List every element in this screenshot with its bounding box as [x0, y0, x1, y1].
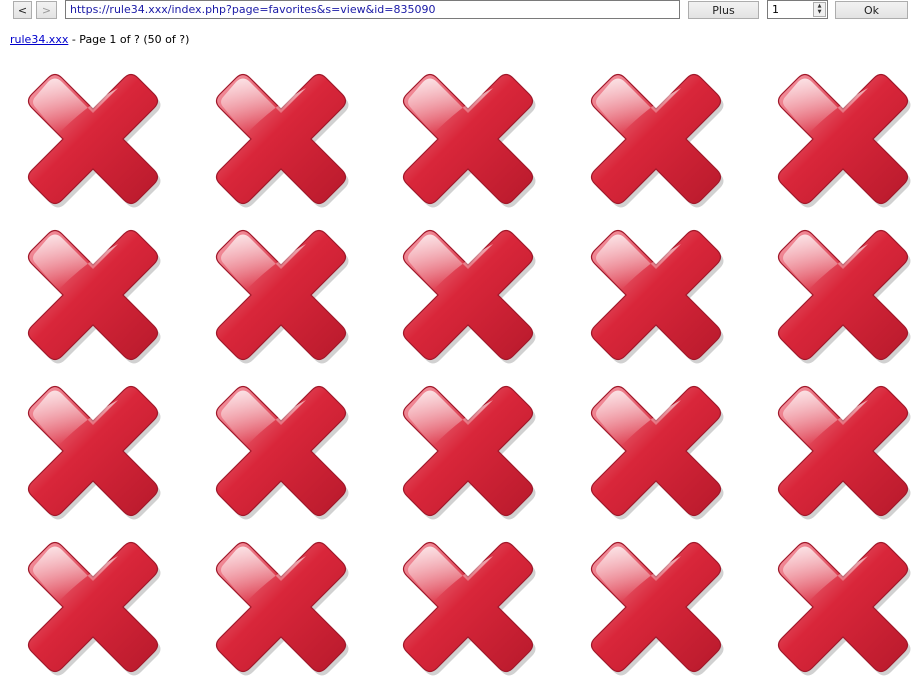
stepper-arrows[interactable]: ▲ ▼ [813, 2, 826, 17]
thumbnail-link[interactable] [206, 532, 356, 682]
plus-label: Plus [712, 3, 735, 17]
broken-image-red-x-icon [27, 385, 161, 520]
ok-label: Ok [863, 3, 880, 17]
thumbnail-link[interactable] [393, 532, 543, 682]
back-label: < [17, 3, 28, 17]
forward-label: > [41, 3, 52, 17]
broken-image-red-x-icon [402, 73, 536, 208]
thumbnail-link[interactable] [581, 64, 731, 214]
broken-image-red-x-icon [777, 229, 911, 364]
plus-button[interactable]: Plus [688, 1, 759, 19]
site-link[interactable]: rule34.xxx [10, 33, 68, 46]
thumbnail-link[interactable] [393, 376, 543, 526]
broken-image-red-x-icon [27, 73, 161, 208]
thumbnail-link[interactable] [206, 220, 356, 370]
chevron-down-icon[interactable]: ▼ [814, 9, 825, 15]
forward-button[interactable]: > [36, 1, 57, 19]
broken-image-red-x-icon [402, 229, 536, 364]
thumbnail-link[interactable] [18, 532, 168, 682]
thumbnail-link[interactable] [581, 376, 731, 526]
page-info: - Page 1 of ? (50 of ?) [68, 33, 190, 46]
broken-image-red-x-icon [590, 385, 723, 520]
thumbnail-link[interactable] [206, 376, 356, 526]
broken-image-red-x-icon [777, 541, 911, 676]
broken-image-red-x-icon [777, 385, 911, 520]
page-number-value: 1 [772, 3, 779, 16]
broken-image-red-x-icon [402, 385, 536, 520]
broken-image-red-x-icon [590, 541, 723, 676]
broken-image-red-x-icon [215, 541, 348, 676]
thumbnail-link[interactable] [581, 532, 731, 682]
thumbnail-link[interactable] [768, 532, 918, 682]
thumbnail-link[interactable] [18, 64, 168, 214]
ok-button[interactable]: Ok [835, 1, 908, 19]
broken-image-red-x-icon [215, 73, 348, 208]
broken-image-red-x-icon [777, 73, 911, 208]
thumbnail-link[interactable] [18, 220, 168, 370]
thumbnail-link[interactable] [581, 220, 731, 370]
thumbnail-link[interactable] [768, 220, 918, 370]
page-number-stepper[interactable]: 1 ▲ ▼ [767, 0, 828, 19]
thumbnail-link[interactable] [393, 220, 543, 370]
thumbnail-link[interactable] [206, 64, 356, 214]
back-button[interactable]: < [13, 1, 32, 19]
thumbnail-link[interactable] [768, 64, 918, 214]
thumbnail-link[interactable] [768, 376, 918, 526]
broken-image-red-x-icon [590, 229, 723, 364]
thumbnail-link[interactable] [393, 64, 543, 214]
page-header: rule34.xxx - Page 1 of ? (50 of ?) [10, 33, 189, 46]
thumbnail-link[interactable] [18, 376, 168, 526]
broken-image-red-x-icon [215, 229, 348, 364]
broken-image-red-x-icon [27, 229, 161, 364]
broken-image-red-x-icon [402, 541, 536, 676]
url-text: https://rule34.xxx/index.php?page=favori… [70, 3, 436, 16]
broken-image-red-x-icon [215, 385, 348, 520]
url-input[interactable]: https://rule34.xxx/index.php?page=favori… [65, 0, 680, 19]
broken-image-red-x-icon [27, 541, 161, 676]
broken-image-red-x-icon [590, 73, 723, 208]
